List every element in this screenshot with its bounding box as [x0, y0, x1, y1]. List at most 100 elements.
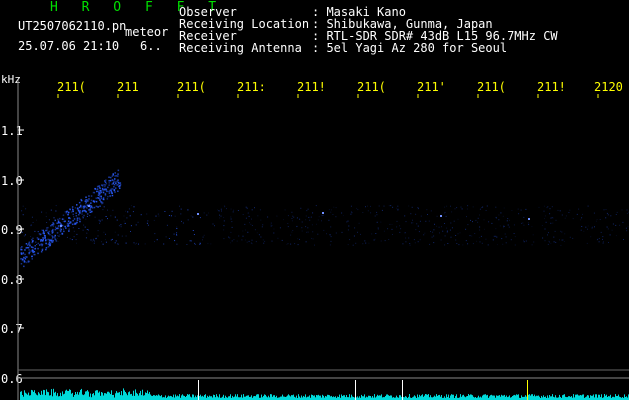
- signal-dot: [507, 224, 509, 226]
- signal-dot: [362, 212, 364, 213]
- signal-dot: [21, 231, 23, 233]
- signal-dot: [90, 239, 92, 241]
- signal-dot: [250, 242, 252, 244]
- signal-dot: [91, 240, 93, 242]
- level-bar: [547, 395, 548, 400]
- signal-dot: [527, 222, 529, 224]
- level-spike: [402, 380, 403, 400]
- signal-dot: [45, 239, 47, 241]
- signal-dot: [168, 215, 170, 216]
- signal-dot: [127, 211, 129, 213]
- level-bar: [532, 394, 533, 400]
- signal-dot: [444, 235, 446, 237]
- level-bar: [322, 394, 323, 400]
- signal-dot: [42, 239, 44, 242]
- level-bar: [327, 394, 328, 400]
- signal-dot: [130, 225, 132, 227]
- level-bar: [366, 396, 367, 400]
- signal-dot: [242, 235, 244, 237]
- level-bar: [331, 395, 332, 400]
- signal-dot: [607, 228, 609, 230]
- signal-dot: [582, 213, 583, 215]
- signal-dot: [212, 223, 214, 225]
- signal-dot: [104, 181, 107, 183]
- signal-dot: [263, 242, 265, 244]
- signal-dot: [417, 207, 419, 209]
- signal-dot: [102, 189, 104, 191]
- signal-dot: [442, 230, 444, 232]
- level-bar: [102, 392, 103, 400]
- signal-dot: [115, 184, 118, 186]
- signal-dot: [553, 236, 555, 238]
- signal-dot: [81, 211, 83, 213]
- signal-dot: [276, 215, 278, 217]
- level-bar: [419, 394, 420, 400]
- signal-dot: [25, 247, 27, 249]
- signal-dot: [59, 234, 61, 235]
- signal-dot: [472, 243, 474, 245]
- signal-dot: [522, 222, 524, 224]
- level-bar: [193, 394, 194, 400]
- signal-dot: [525, 240, 527, 242]
- signal-dot: [92, 200, 95, 202]
- level-bar: [65, 390, 66, 400]
- signal-dot: [174, 215, 176, 217]
- level-bar: [618, 394, 619, 400]
- level-bar: [94, 395, 95, 400]
- level-bar: [46, 389, 47, 400]
- level-bar: [137, 393, 138, 400]
- signal-dot: [29, 244, 31, 247]
- signal-dot: [471, 235, 473, 237]
- signal-dot: [550, 217, 552, 219]
- signal-dot: [378, 205, 380, 207]
- signal-dot: [581, 217, 583, 219]
- signal-dot: [52, 240, 54, 242]
- level-bar: [501, 394, 502, 400]
- signal-dot: [446, 205, 448, 207]
- level-bar: [258, 394, 259, 400]
- level-bar: [36, 394, 37, 400]
- signal-dot: [110, 190, 113, 193]
- signal-dot: [75, 215, 78, 217]
- signal-dot: [158, 215, 160, 217]
- signal-dot: [506, 220, 508, 222]
- signal-dot: [610, 215, 612, 217]
- signal-dot: [112, 188, 114, 190]
- level-bar: [266, 396, 267, 400]
- signal-dot: [31, 216, 33, 218]
- level-bar: [152, 396, 153, 400]
- level-bar: [146, 393, 147, 400]
- level-bar: [169, 396, 170, 400]
- signal-dot: [114, 172, 116, 174]
- signal-dot: [64, 225, 66, 228]
- signal-dot: [69, 208, 71, 210]
- signal-dot: [412, 222, 414, 224]
- signal-dot: [110, 215, 112, 217]
- signal-dot: [51, 241, 54, 243]
- signal-dot: [103, 189, 105, 191]
- level-bar: [357, 396, 358, 400]
- level-bar: [39, 393, 40, 400]
- signal-dot: [82, 216, 84, 218]
- signal-dot: [462, 244, 464, 246]
- signal-dot: [135, 224, 137, 226]
- signal-dot: [72, 219, 74, 222]
- signal-dot: [467, 243, 469, 245]
- level-bar: [87, 390, 88, 400]
- signal-dot: [96, 188, 99, 190]
- level-bar: [103, 395, 104, 400]
- signal-dot: [45, 243, 47, 245]
- level-bar: [57, 393, 58, 400]
- level-bar: [247, 395, 248, 400]
- signal-dot: [117, 234, 119, 236]
- signal-dot: [22, 205, 24, 207]
- level-bar: [270, 394, 271, 400]
- signal-dot: [504, 233, 506, 235]
- signal-dot: [277, 237, 279, 239]
- signal-dot: [306, 210, 308, 212]
- signal-dot: [63, 230, 65, 233]
- signal-dot: [256, 232, 258, 234]
- level-bar: [318, 394, 319, 400]
- signal-dot: [108, 180, 110, 182]
- signal-dot: [40, 239, 42, 241]
